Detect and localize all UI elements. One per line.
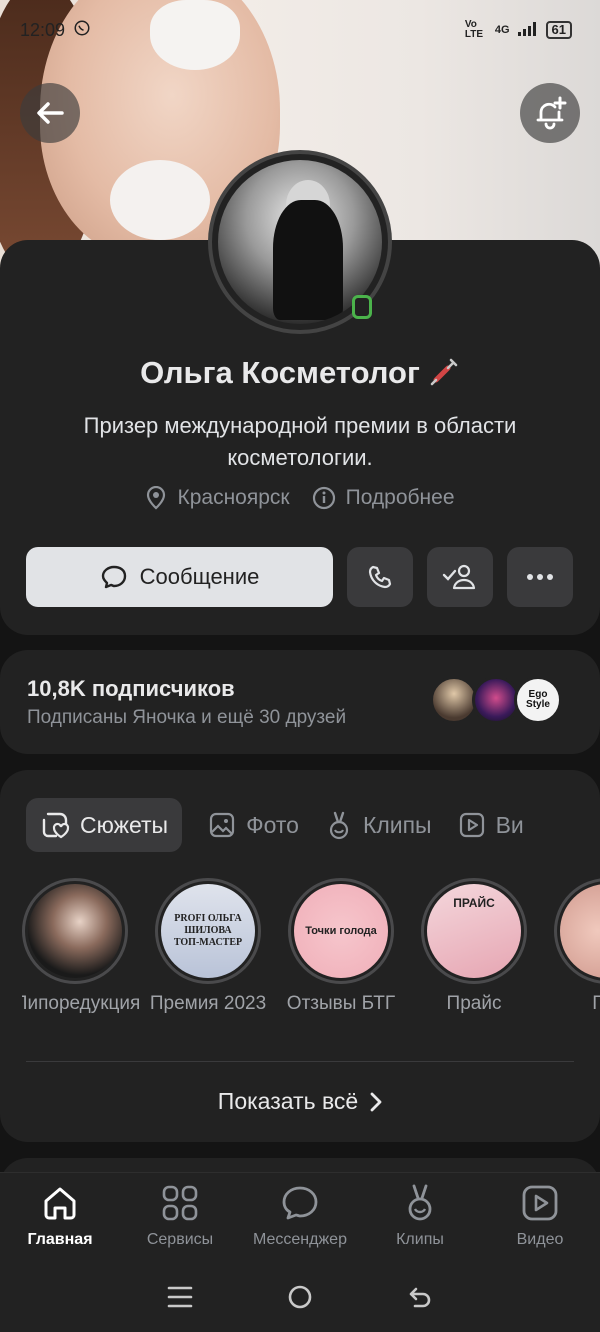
status-time: 12:09 — [20, 19, 66, 40]
services-icon — [162, 1185, 198, 1221]
story-item[interactable]: Губ — [554, 878, 600, 1048]
system-back-icon[interactable] — [407, 1284, 433, 1310]
chevron-right-icon — [370, 1092, 382, 1111]
tab-stories[interactable]: Сюжеты — [26, 798, 183, 852]
nav-home[interactable]: Главная — [5, 1183, 115, 1249]
avatar — [472, 676, 520, 724]
nav-label: Главная — [27, 1231, 93, 1248]
nav-messenger[interactable]: Мессенджер — [245, 1183, 355, 1249]
story-image-text: ПРАЙС — [453, 896, 495, 910]
story-label: Премия 2023 — [149, 993, 267, 1014]
status-bar: 12:09 Vo LTE 4G 61 — [0, 0, 600, 60]
notification-subscribe-button[interactable] — [520, 83, 580, 143]
profile-name: Ольга Косметолог — [140, 355, 420, 390]
story-thumbnail: ПРАЙС — [427, 884, 521, 978]
ego-style-logo-text: Ego Style — [526, 689, 550, 710]
nav-video[interactable]: Видео — [485, 1183, 595, 1249]
friend-status-button[interactable] — [427, 547, 493, 607]
phone-icon — [368, 565, 392, 589]
more-button[interactable] — [507, 547, 573, 607]
city-label: Красноярск — [177, 486, 290, 509]
nav-label: Клипы — [396, 1231, 444, 1248]
story-label: Липоредукция — [22, 993, 141, 1014]
syringe-icon — [430, 356, 460, 391]
story-item[interactable]: Липоредукция — [22, 878, 140, 1048]
whatsapp-icon — [73, 19, 91, 42]
tab-label: Ви — [495, 811, 524, 838]
profile-city: Красноярск — [145, 486, 290, 510]
recent-apps-icon[interactable] — [167, 1285, 193, 1309]
subscribers-count: 10,8K подписчиков — [27, 676, 235, 701]
details-label: Подробнее — [345, 486, 455, 509]
story-thumbnail: PROFI ОЛЬГА ШИЛОВА ТОП-МАСТЕР — [161, 884, 255, 978]
story-label: Отзывы БТГ — [286, 993, 396, 1014]
tab-label: Сюжеты — [80, 811, 169, 838]
nav-label: Видео — [516, 1231, 564, 1248]
battery-indicator: 61 — [545, 21, 572, 39]
bottom-navigation: Главная Сервисы Мессенджер Клипы Видео — [0, 1172, 600, 1262]
tab-clips[interactable]: Клипы — [325, 810, 432, 840]
show-all-button[interactable]: Показать всё — [0, 1088, 600, 1115]
image-icon — [209, 812, 235, 838]
story-item[interactable]: ПРАЙС Прайс — [421, 878, 527, 1048]
arrow-left-icon — [37, 102, 64, 124]
friend-avatars[interactable]: Ego Style — [430, 676, 562, 726]
profile-bio: Призер международной премии в области ко… — [83, 413, 517, 470]
nav-label: Сервисы — [146, 1231, 214, 1248]
tab-photo[interactable]: Фото — [208, 811, 299, 839]
call-button[interactable] — [347, 547, 413, 607]
nav-services[interactable]: Сервисы — [125, 1183, 235, 1249]
content-tabs: Сюжеты Фото Клипы Ви — [26, 798, 600, 852]
avatar: Ego Style — [514, 676, 562, 724]
video-icon — [522, 1185, 558, 1221]
story-thumbnail — [560, 884, 600, 978]
bell-plus-icon — [536, 96, 567, 130]
messenger-icon — [282, 1186, 318, 1220]
tab-video[interactable]: Ви — [458, 811, 524, 839]
clips-icon — [329, 811, 349, 840]
home-icon — [44, 1187, 76, 1220]
info-icon — [312, 486, 335, 510]
message-button[interactable]: Сообщение — [26, 547, 333, 607]
home-circle-icon[interactable] — [287, 1284, 313, 1310]
certificate-text: PROFI ОЛЬГА ШИЛОВА ТОП-МАСТЕР — [173, 913, 243, 948]
more-dots-icon — [527, 574, 553, 580]
story-image-text: Точки голода — [305, 925, 377, 937]
online-status-icon — [352, 295, 372, 319]
location-pin-icon — [147, 486, 166, 510]
user-check-icon — [442, 564, 476, 590]
stories-list: Липоредукция PROFI ОЛЬГА ШИЛОВА ТОП-МАСТ… — [22, 878, 600, 1048]
nav-label: Мессенджер — [253, 1231, 347, 1248]
divider — [26, 1061, 574, 1062]
tab-label: Фото — [246, 811, 299, 838]
story-item[interactable]: Точки голода Отзывы БТГ — [287, 878, 395, 1048]
network-indicator: 4G — [494, 24, 510, 36]
video-icon — [459, 812, 484, 838]
volte-indicator: Vo LTE — [464, 19, 483, 40]
content-card: Сюжеты Фото Клипы Ви Липоредукция PROFI … — [0, 770, 600, 1142]
tab-label: Клипы — [362, 811, 432, 838]
system-navigation-bar — [0, 1262, 600, 1332]
chat-bubble-icon — [101, 565, 126, 589]
story-thumbnail: Точки голода — [294, 884, 388, 978]
message-button-label: Сообщение — [139, 564, 260, 589]
story-label: Прайс — [446, 993, 502, 1014]
story-thumbnail — [28, 884, 122, 978]
story-label: Губ — [592, 993, 600, 1014]
nav-clips[interactable]: Клипы — [365, 1183, 475, 1249]
heart-square-icon — [42, 812, 70, 839]
show-all-label: Показать всё — [217, 1088, 359, 1114]
friends-subscribed-label: Подписаны Яночка и ещё 30 друзей — [27, 707, 347, 728]
clips-icon — [408, 1184, 432, 1221]
back-button[interactable] — [20, 83, 80, 143]
signal-icon — [517, 21, 538, 39]
story-item[interactable]: PROFI ОЛЬГА ШИЛОВА ТОП-МАСТЕР Премия 202… — [150, 878, 266, 1048]
avatar — [430, 676, 478, 724]
profile-details-link[interactable]: Подробнее — [312, 486, 455, 510]
